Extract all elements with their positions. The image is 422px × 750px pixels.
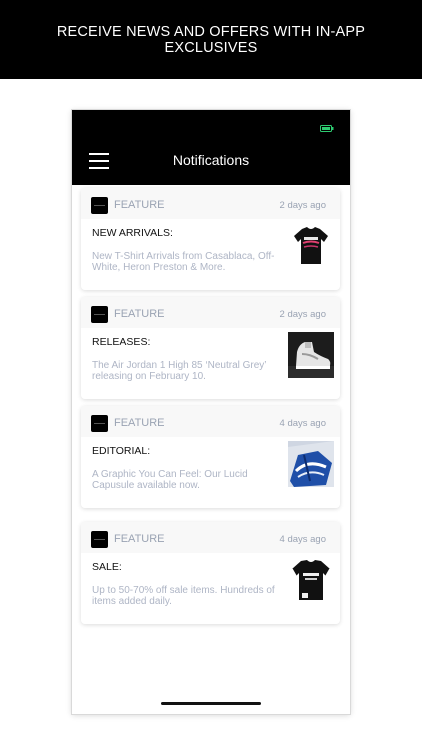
notification-card[interactable]: FEATURE 2 days ago RELEASES: The Air Jor… (81, 297, 340, 399)
notification-title: RELEASES: (92, 336, 151, 348)
notification-category: FEATURE (114, 308, 165, 320)
jersey-thumbnail-icon (288, 557, 334, 603)
page-title: Notifications (172, 152, 250, 168)
notification-timestamp: 4 days ago (279, 534, 326, 545)
notification-title: SALE: (92, 561, 122, 573)
notification-header: FEATURE 4 days ago (81, 406, 340, 437)
notification-header: FEATURE 2 days ago (81, 188, 340, 219)
notification-category: FEATURE (114, 533, 165, 545)
notification-card[interactable]: FEATURE 4 days ago SALE: Up to 50-70% of… (81, 522, 340, 624)
brand-logo-icon (91, 197, 108, 214)
notification-card[interactable]: FEATURE 4 days ago EDITORIAL: A Graphic … (81, 406, 340, 508)
promo-text: RECEIVE NEWS AND OFFERS WITH IN-APP EXCL… (56, 23, 366, 56)
brand-logo-icon (91, 306, 108, 323)
notification-timestamp: 4 days ago (279, 418, 326, 429)
app-header: Notifications (72, 140, 350, 185)
notification-header: FEATURE 4 days ago (81, 522, 340, 553)
notification-title: NEW ARRIVALS: (92, 227, 173, 239)
status-bar (72, 110, 350, 140)
notification-description: Up to 50-70% off sale items. Hundreds of… (92, 585, 275, 607)
notification-body: NEW ARRIVALS: New T-Shirt Arrivals from … (81, 219, 340, 290)
sneaker-thumbnail-icon (288, 332, 334, 378)
notification-timestamp: 2 days ago (279, 309, 326, 320)
notification-card[interactable]: FEATURE 2 days ago NEW ARRIVALS: New T-S… (81, 188, 340, 290)
notification-body: EDITORIAL: A Graphic You Can Feel: Our L… (81, 437, 340, 508)
phone-screen: Notifications FEATURE 2 days ago NEW ARR… (72, 110, 350, 714)
promo-banner: RECEIVE NEWS AND OFFERS WITH IN-APP EXCL… (0, 0, 422, 79)
notification-timestamp: 2 days ago (279, 200, 326, 211)
notification-body: SALE: Up to 50-70% off sale items. Hundr… (81, 553, 340, 624)
notification-description: New T-Shirt Arrivals from Casablaca, Off… (92, 251, 275, 273)
notification-description: The Air Jordan 1 High 85 ‘Neutral Grey’ … (92, 360, 267, 382)
notification-header: FEATURE 2 days ago (81, 297, 340, 328)
notification-category: FEATURE (114, 417, 165, 429)
battery-icon (320, 125, 334, 132)
tshirt-thumbnail-icon (288, 223, 334, 269)
brand-logo-icon (91, 415, 108, 432)
notification-category: FEATURE (114, 199, 165, 211)
notification-body: RELEASES: The Air Jordan 1 High 85 ‘Neut… (81, 328, 340, 399)
home-indicator[interactable] (161, 702, 261, 705)
graphic-print-thumbnail-icon (288, 441, 334, 487)
notification-title: EDITORIAL: (92, 445, 151, 457)
brand-logo-icon (91, 531, 108, 548)
notification-description: A Graphic You Can Feel: Our Lucid Capusu… (92, 469, 248, 491)
